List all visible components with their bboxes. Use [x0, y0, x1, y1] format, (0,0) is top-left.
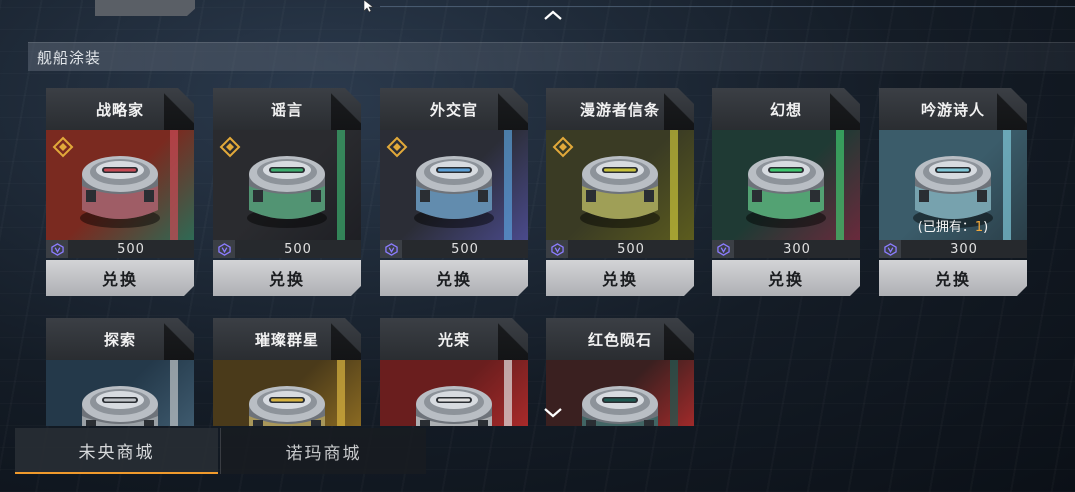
skin-card-image: [380, 130, 528, 240]
paint-can-icon: [76, 146, 164, 230]
skin-card-image: [46, 360, 194, 426]
decor-stripe: [670, 130, 678, 240]
price-row: 500: [380, 240, 528, 258]
redeem-button[interactable]: 兑换: [879, 260, 1027, 296]
owned-count-label: (已拥有：1): [879, 216, 1027, 235]
skin-card-image: (已拥有：1): [879, 130, 1027, 240]
price-value: 300: [950, 241, 978, 257]
decor-stripe: [337, 360, 345, 426]
price-row: 500: [546, 240, 694, 258]
tab-weiyang-shop[interactable]: 未央商城: [15, 428, 218, 474]
diamond-tier-icon: [52, 136, 74, 158]
skin-card-image: [712, 130, 860, 240]
section-title: 舰船涂装: [37, 49, 102, 67]
skin-card-title: 探索: [46, 318, 194, 360]
decor-stripe: [504, 130, 512, 240]
crystal-currency-icon: [712, 240, 734, 258]
decor-stripe: [170, 360, 178, 426]
price-row: 500: [46, 240, 194, 258]
skin-card-title: 外交官: [380, 88, 528, 130]
skin-card-title: 光荣: [380, 318, 528, 360]
price-value: 500: [451, 241, 479, 257]
paint-can-icon: [742, 146, 830, 230]
skin-card-title: 漫游者信条: [546, 88, 694, 130]
section-header: 舰船涂装: [28, 42, 1075, 71]
paint-can-icon: [576, 146, 664, 230]
skin-card[interactable]: 吟游诗人 (已拥有：1) 300 兑换: [879, 88, 1027, 296]
decor-stripe: [836, 130, 844, 240]
decor-stripe: [337, 130, 345, 240]
paint-can-icon: [76, 376, 164, 426]
decor-stripe: [670, 360, 678, 426]
redeem-button[interactable]: 兑换: [546, 260, 694, 296]
skin-card-image: [380, 360, 528, 426]
paint-can-icon: [410, 146, 498, 230]
skin-card-title: 璀璨群星: [213, 318, 361, 360]
decor-stripe: [170, 130, 178, 240]
skin-card-title: 红色陨石: [546, 318, 694, 360]
skin-card[interactable]: 外交官 500 兑换: [380, 88, 528, 296]
skin-card-title: 战略家: [46, 88, 194, 130]
skin-card[interactable]: 光荣: [380, 318, 528, 426]
diamond-tier-icon: [386, 136, 408, 158]
paint-can-icon: [410, 376, 498, 426]
price-value: 500: [284, 241, 312, 257]
crystal-currency-icon: [46, 240, 68, 258]
price-row: 300: [879, 240, 1027, 258]
skin-card-title: 吟游诗人: [879, 88, 1027, 130]
decor-stripe: [504, 360, 512, 426]
skin-card[interactable]: 幻想 300 兑换: [712, 88, 860, 296]
crystal-currency-icon: [546, 240, 568, 258]
tab-nuoma-shop[interactable]: 诺玛商城: [220, 428, 426, 474]
skin-card-image: [546, 360, 694, 426]
redeem-button[interactable]: 兑换: [213, 260, 361, 296]
skin-card[interactable]: 探索: [46, 318, 194, 426]
diamond-tier-icon: [219, 136, 241, 158]
redeem-button[interactable]: 兑换: [712, 260, 860, 296]
skin-card-image: [213, 360, 361, 426]
price-value: 300: [783, 241, 811, 257]
top-divider: [380, 6, 1075, 7]
skin-card[interactable]: 红色陨石: [546, 318, 694, 426]
skin-card-image: [546, 130, 694, 240]
crystal-currency-icon: [380, 240, 402, 258]
skin-card-image: [46, 130, 194, 240]
redeem-button[interactable]: 兑换: [46, 260, 194, 296]
chevron-down-icon[interactable]: [542, 406, 564, 420]
crystal-currency-icon: [213, 240, 235, 258]
mouse-cursor-icon: [364, 0, 374, 12]
chevron-up-icon[interactable]: [542, 8, 564, 22]
redeem-button[interactable]: 兑换: [380, 260, 528, 296]
price-row: 500: [213, 240, 361, 258]
skin-card-title: 幻想: [712, 88, 860, 130]
diamond-tier-icon: [552, 136, 574, 158]
owned-prefix: (已拥有：: [917, 220, 975, 235]
shop-tabs: 未央商城 诺玛商城: [15, 428, 426, 474]
price-row: 300: [712, 240, 860, 258]
skin-card-title: 谣言: [213, 88, 361, 130]
skin-card[interactable]: 漫游者信条 500 兑换: [546, 88, 694, 296]
price-value: 500: [617, 241, 645, 257]
owned-suffix: ): [983, 220, 989, 235]
skin-card-image: [213, 130, 361, 240]
paint-can-icon: [243, 376, 331, 426]
skin-card[interactable]: 璀璨群星: [213, 318, 361, 426]
owned-count: 1: [974, 220, 984, 235]
price-value: 500: [117, 241, 145, 257]
previous-section-tab[interactable]: [95, 0, 195, 16]
paint-can-icon: [243, 146, 331, 230]
crystal-currency-icon: [879, 240, 901, 258]
skin-card[interactable]: 战略家 500 兑换: [46, 88, 194, 296]
paint-can-icon: [576, 376, 664, 426]
skin-card[interactable]: 谣言 500 兑换: [213, 88, 361, 296]
